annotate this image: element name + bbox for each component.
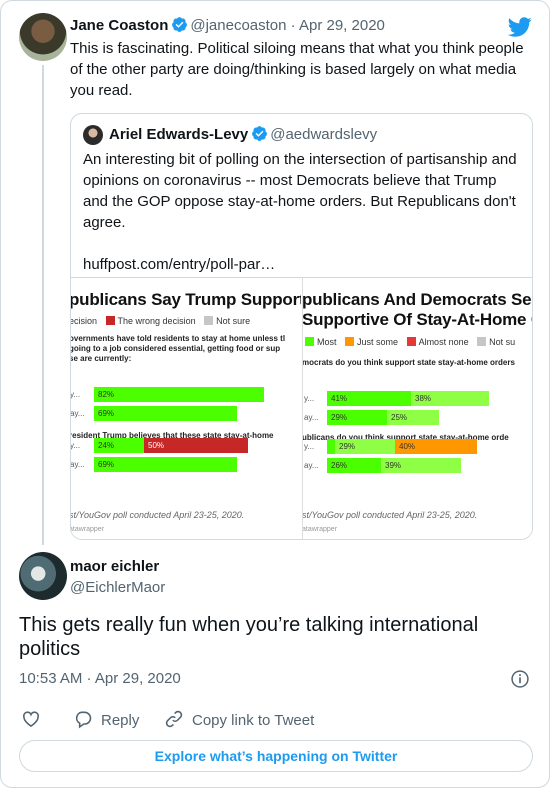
chart-question: mocrats do you think support state stay-…: [302, 358, 515, 367]
legend-label: The wrong decision: [117, 316, 196, 326]
chart-source: st/YouGov poll conducted April 23-25, 20…: [302, 510, 478, 520]
chart-row-label: y...: [71, 390, 81, 399]
chart-title: publicans And Democrats See: [302, 290, 532, 309]
chart-question: se are currently:: [71, 354, 132, 363]
chart-panel-right: publicans And Democrats See Supportive O…: [302, 278, 532, 539]
chart-row-label: y...: [304, 442, 315, 451]
chart-panel-left: publicans Say Trump Support ecision The …: [71, 278, 301, 539]
chart-bar: 50%: [144, 438, 248, 453]
chart-legend: ecision The wrong decision Not sure: [71, 315, 250, 327]
chart-row-label: ay...: [304, 413, 319, 422]
like-button[interactable]: [21, 709, 49, 731]
copy-link-button[interactable]: Copy link to Tweet: [164, 709, 314, 731]
chart-credit: atawrapper: [302, 526, 338, 533]
main-tweet-header: Jane Coaston @janecoaston · Apr 29, 2020: [70, 16, 385, 36]
chart-title: publicans Say Trump Support: [71, 290, 301, 309]
legend-swatch: [345, 337, 355, 346]
quoted-tweet-text: An interesting bit of polling on the int…: [83, 151, 517, 273]
chart-bar: [327, 439, 335, 454]
info-icon[interactable]: [510, 669, 530, 689]
reply-tweet-header: maor eichler: [70, 557, 159, 577]
chart-row-label: y...: [304, 394, 315, 403]
chart-bar: 26%: [327, 458, 381, 473]
chart-bar: 39%: [381, 458, 461, 473]
chart-row-label: ay...: [304, 461, 319, 470]
author-handle: @aedwardslevy: [270, 126, 378, 143]
verified-badge-icon: [252, 126, 268, 141]
legend-swatch: [105, 316, 115, 325]
chart-credit: atawrapper: [71, 526, 105, 533]
chart-question: overnments have told residents to stay a…: [71, 334, 286, 343]
chart-bar: 24%: [94, 438, 144, 453]
thread-connector-line: [42, 65, 44, 545]
chart-row-label: ay...: [71, 460, 85, 469]
author-name[interactable]: Jane Coaston: [70, 17, 168, 34]
author-name[interactable]: maor eichler: [70, 558, 159, 575]
reply-bubble-icon: [75, 711, 92, 729]
tweet-timestamp[interactable]: 10:53 AM · Apr 29, 2020: [19, 670, 181, 687]
explore-twitter-button[interactable]: Explore what’s happening on Twitter: [19, 740, 533, 772]
copy-link-label: Copy link to Tweet: [192, 712, 315, 729]
reply-tweet-handle-row: @EichlerMaor: [70, 578, 165, 598]
chart-bar: 69%: [94, 457, 237, 472]
avatar: [83, 125, 103, 145]
quoted-tweet[interactable]: Ariel Edwards-Levy @aedwardslevy An inter…: [70, 113, 533, 540]
chart-row-label: y...: [71, 441, 81, 450]
author-name: Ariel Edwards-Levy: [109, 126, 249, 143]
reply-label: Reply: [101, 712, 140, 729]
avatar[interactable]: [19, 13, 67, 61]
quoted-tweet-image[interactable]: publicans Say Trump Support ecision The …: [71, 277, 532, 539]
author-handle[interactable]: @janecoaston: [190, 17, 286, 34]
legend-swatch: [406, 337, 416, 346]
legend-label: Most: [317, 337, 337, 347]
reply-tweet-text: This gets really fun when you’re talking…: [19, 614, 479, 660]
twitter-bird-icon[interactable]: [508, 15, 532, 39]
main-tweet-text: This is fascinating. Political siloing m…: [70, 40, 524, 99]
chart-bar: 29%: [327, 410, 387, 425]
legend-label: Almost none: [418, 337, 469, 347]
chart-source: st/YouGov poll conducted April 23-25, 20…: [71, 510, 245, 520]
legend-swatch: [204, 316, 214, 325]
legend-label: ecision: [71, 316, 98, 326]
chart-legend: Most Just some Almost none Not su: [305, 336, 515, 348]
tweet-embed-card: Jane Coaston @janecoaston · Apr 29, 2020 …: [0, 0, 550, 788]
legend-swatch: [305, 337, 314, 346]
legend-label: Not su: [489, 337, 516, 347]
chart-bar: 38%: [411, 391, 489, 406]
link-icon: [165, 710, 183, 728]
quoted-tweet-header: Ariel Edwards-Levy @aedwardslevy: [109, 125, 377, 145]
tweet-date[interactable]: · Apr 29, 2020: [286, 17, 385, 34]
chart-question: going to a job considered essential, get…: [71, 344, 281, 353]
chart-bar: 69%: [94, 406, 237, 421]
chart-title: Supportive Of Stay-At-Home O: [302, 310, 532, 329]
verified-badge-icon: [172, 17, 188, 32]
heart-icon: [23, 711, 39, 728]
author-handle[interactable]: @EichlerMaor: [70, 579, 165, 596]
legend-swatch: [477, 337, 487, 346]
chart-bar: 40%: [395, 439, 477, 454]
avatar[interactable]: [19, 552, 67, 600]
legend-label: Just some: [357, 337, 399, 347]
legend-label: Not sure: [216, 316, 251, 326]
chart-bar: 29%: [335, 439, 395, 454]
chart-bar: 41%: [327, 391, 411, 406]
chart-bar: 25%: [387, 410, 439, 425]
chart-row-label: ay...: [71, 409, 85, 418]
reply-button[interactable]: Reply: [73, 709, 139, 731]
chart-bar: 82%: [94, 387, 264, 402]
